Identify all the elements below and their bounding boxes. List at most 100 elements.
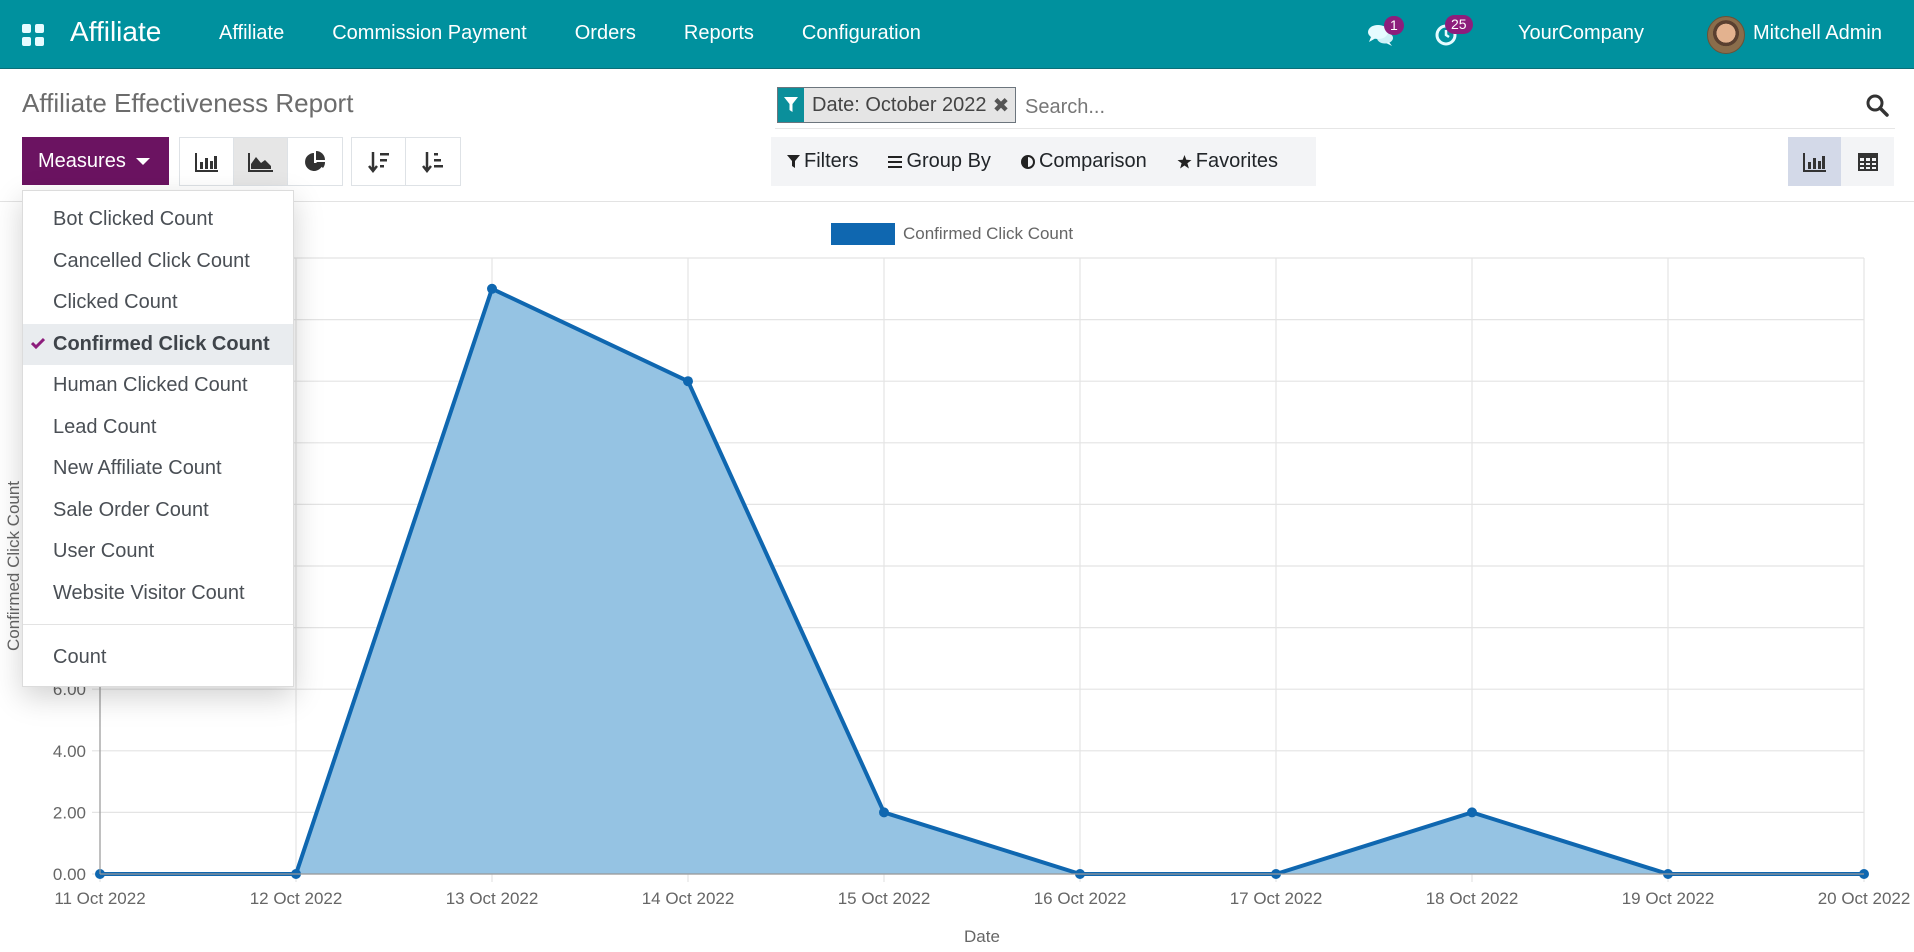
favorites-button[interactable]: Favorites — [1177, 150, 1278, 173]
sort-group — [351, 137, 461, 186]
star-icon — [1177, 154, 1192, 168]
search-input[interactable] — [1025, 92, 1845, 122]
measure-label: Website Visitor Count — [53, 581, 245, 604]
measure-website-visitor-count[interactable]: Website Visitor Count — [23, 573, 293, 615]
measures-label: Measures — [38, 149, 126, 172]
data-point[interactable] — [487, 283, 497, 294]
measure-label: User Count — [53, 540, 155, 563]
x-tick-label: 16 Oct 2022 — [1034, 889, 1127, 908]
sort-ascending-button[interactable] — [406, 138, 460, 185]
favorites-label: Favorites — [1195, 150, 1279, 172]
series-area — [100, 286, 1864, 876]
y-tick-label: 4.00 — [53, 742, 86, 761]
comparison-label: Comparison — [1038, 150, 1147, 172]
x-tick-label: 12 Oct 2022 — [250, 889, 343, 908]
measures-dropdown: Bot Clicked Count Cancelled Click Count … — [22, 190, 294, 687]
series-fill — [100, 288, 1864, 874]
data-point[interactable] — [879, 807, 889, 818]
measure-sale-order-count[interactable]: Sale Order Count — [23, 490, 293, 532]
menu-item-affiliate[interactable]: Affiliate — [219, 22, 284, 45]
main-menu: Affiliate Commission Payment Orders Repo… — [219, 22, 969, 45]
user-avatar[interactable] — [1707, 16, 1745, 54]
user-menu[interactable]: Mitchell Admin — [1753, 22, 1882, 45]
measure-label: Clicked Count — [53, 291, 178, 314]
area-chart-icon — [247, 152, 273, 172]
search-divider — [775, 128, 1895, 129]
group-by-label: Group By — [906, 150, 991, 172]
facet-remove-icon[interactable]: ✖ — [993, 93, 1016, 118]
legend-swatch[interactable] — [831, 223, 895, 245]
pivot-view-button[interactable] — [1841, 137, 1894, 186]
menu-item-orders[interactable]: Orders — [575, 22, 636, 45]
checkmark-icon — [31, 337, 45, 349]
menu-item-commission-payment[interactable]: Commission Payment — [332, 22, 527, 45]
measure-user-count[interactable]: User Count — [23, 531, 293, 573]
measure-human-clicked-count[interactable]: Human Clicked Count — [23, 365, 293, 407]
pie-chart-button[interactable] — [288, 138, 342, 185]
data-point[interactable] — [1467, 807, 1477, 818]
measures-button[interactable]: Measures — [22, 137, 169, 185]
measure-label: Cancelled Click Count — [53, 249, 250, 272]
measure-new-affiliate-count[interactable]: New Affiliate Count — [23, 448, 293, 490]
search-facet: Date: October 2022 ✖ — [777, 87, 1017, 123]
measure-bot-clicked-count[interactable]: Bot Clicked Count — [23, 199, 293, 241]
dropdown-divider — [23, 624, 293, 625]
comparison-icon — [1020, 154, 1035, 169]
messages-badge: 1 — [1384, 16, 1404, 35]
x-tick-label: 17 Oct 2022 — [1230, 889, 1323, 908]
measure-cancelled-click-count[interactable]: Cancelled Click Count — [23, 241, 293, 283]
pie-chart-icon — [305, 150, 326, 171]
measure-label: Confirmed Click Count — [53, 332, 270, 355]
data-point[interactable] — [683, 376, 693, 387]
measure-label: Sale Order Count — [53, 498, 209, 521]
measure-label: Human Clicked Count — [53, 374, 248, 397]
x-tick-label: 18 Oct 2022 — [1426, 889, 1519, 908]
search-options-bar: Filters Group By Comparison Favorites — [771, 137, 1316, 186]
sort-descending-icon — [367, 151, 389, 173]
y-tick-label: 0.00 — [53, 865, 86, 884]
x-tick-label: 14 Oct 2022 — [642, 889, 735, 908]
menu-item-configuration[interactable]: Configuration — [802, 22, 921, 45]
page-title: Affiliate Effectiveness Report — [22, 88, 354, 118]
measure-lead-count[interactable]: Lead Count — [23, 407, 293, 449]
menu-item-reports[interactable]: Reports — [684, 22, 754, 45]
filter-facet-icon — [778, 88, 804, 122]
measure-label: Lead Count — [53, 415, 157, 438]
app-brand[interactable]: Affiliate — [70, 16, 161, 48]
x-tick-label: 20 Oct 2022 — [1818, 889, 1911, 908]
view-switcher — [1788, 137, 1894, 186]
measure-count[interactable]: Count — [23, 637, 293, 679]
legend[interactable]: Confirmed Click Count — [831, 223, 1073, 245]
sort-ascending-icon — [422, 151, 443, 173]
bar-chart-icon — [194, 152, 218, 172]
x-axis-title: Date — [964, 927, 1000, 946]
line-chart-button[interactable] — [234, 138, 288, 185]
x-tick-label: 15 Oct 2022 — [838, 889, 931, 908]
graph-view-button[interactable] — [1788, 137, 1841, 186]
measure-label: Count — [53, 646, 107, 669]
group-by-icon — [888, 155, 903, 168]
group-by-button[interactable]: Group By — [888, 150, 991, 173]
y-tick-label: 2.00 — [53, 803, 86, 822]
measure-confirmed-click-count[interactable]: Confirmed Click Count — [23, 323, 293, 365]
legend-label[interactable]: Confirmed Click Count — [903, 224, 1073, 243]
apps-menu-icon[interactable] — [22, 24, 44, 46]
measure-label: Bot Clicked Count — [53, 208, 214, 231]
filter-icon — [787, 154, 800, 168]
facet-label: Date: October 2022 — [812, 93, 987, 116]
measure-clicked-count[interactable]: Clicked Count — [23, 282, 293, 324]
filters-label: Filters — [804, 150, 859, 172]
graph-view-icon — [1802, 152, 1826, 172]
company-switcher[interactable]: YourCompany — [1518, 22, 1644, 45]
bar-chart-button[interactable] — [180, 138, 234, 185]
measure-label: New Affiliate Count — [53, 457, 222, 480]
sort-descending-button[interactable] — [352, 138, 406, 185]
search-icon[interactable] — [1865, 93, 1889, 117]
comparison-button[interactable]: Comparison — [1020, 150, 1147, 173]
caret-down-icon — [135, 157, 150, 165]
table-grid-icon — [1857, 152, 1878, 171]
chart-type-group — [179, 137, 343, 186]
filters-button[interactable]: Filters — [787, 150, 858, 173]
top-navbar: Affiliate Affiliate Commission Payment O… — [0, 0, 1914, 69]
activities-badge: 25 — [1445, 15, 1473, 34]
